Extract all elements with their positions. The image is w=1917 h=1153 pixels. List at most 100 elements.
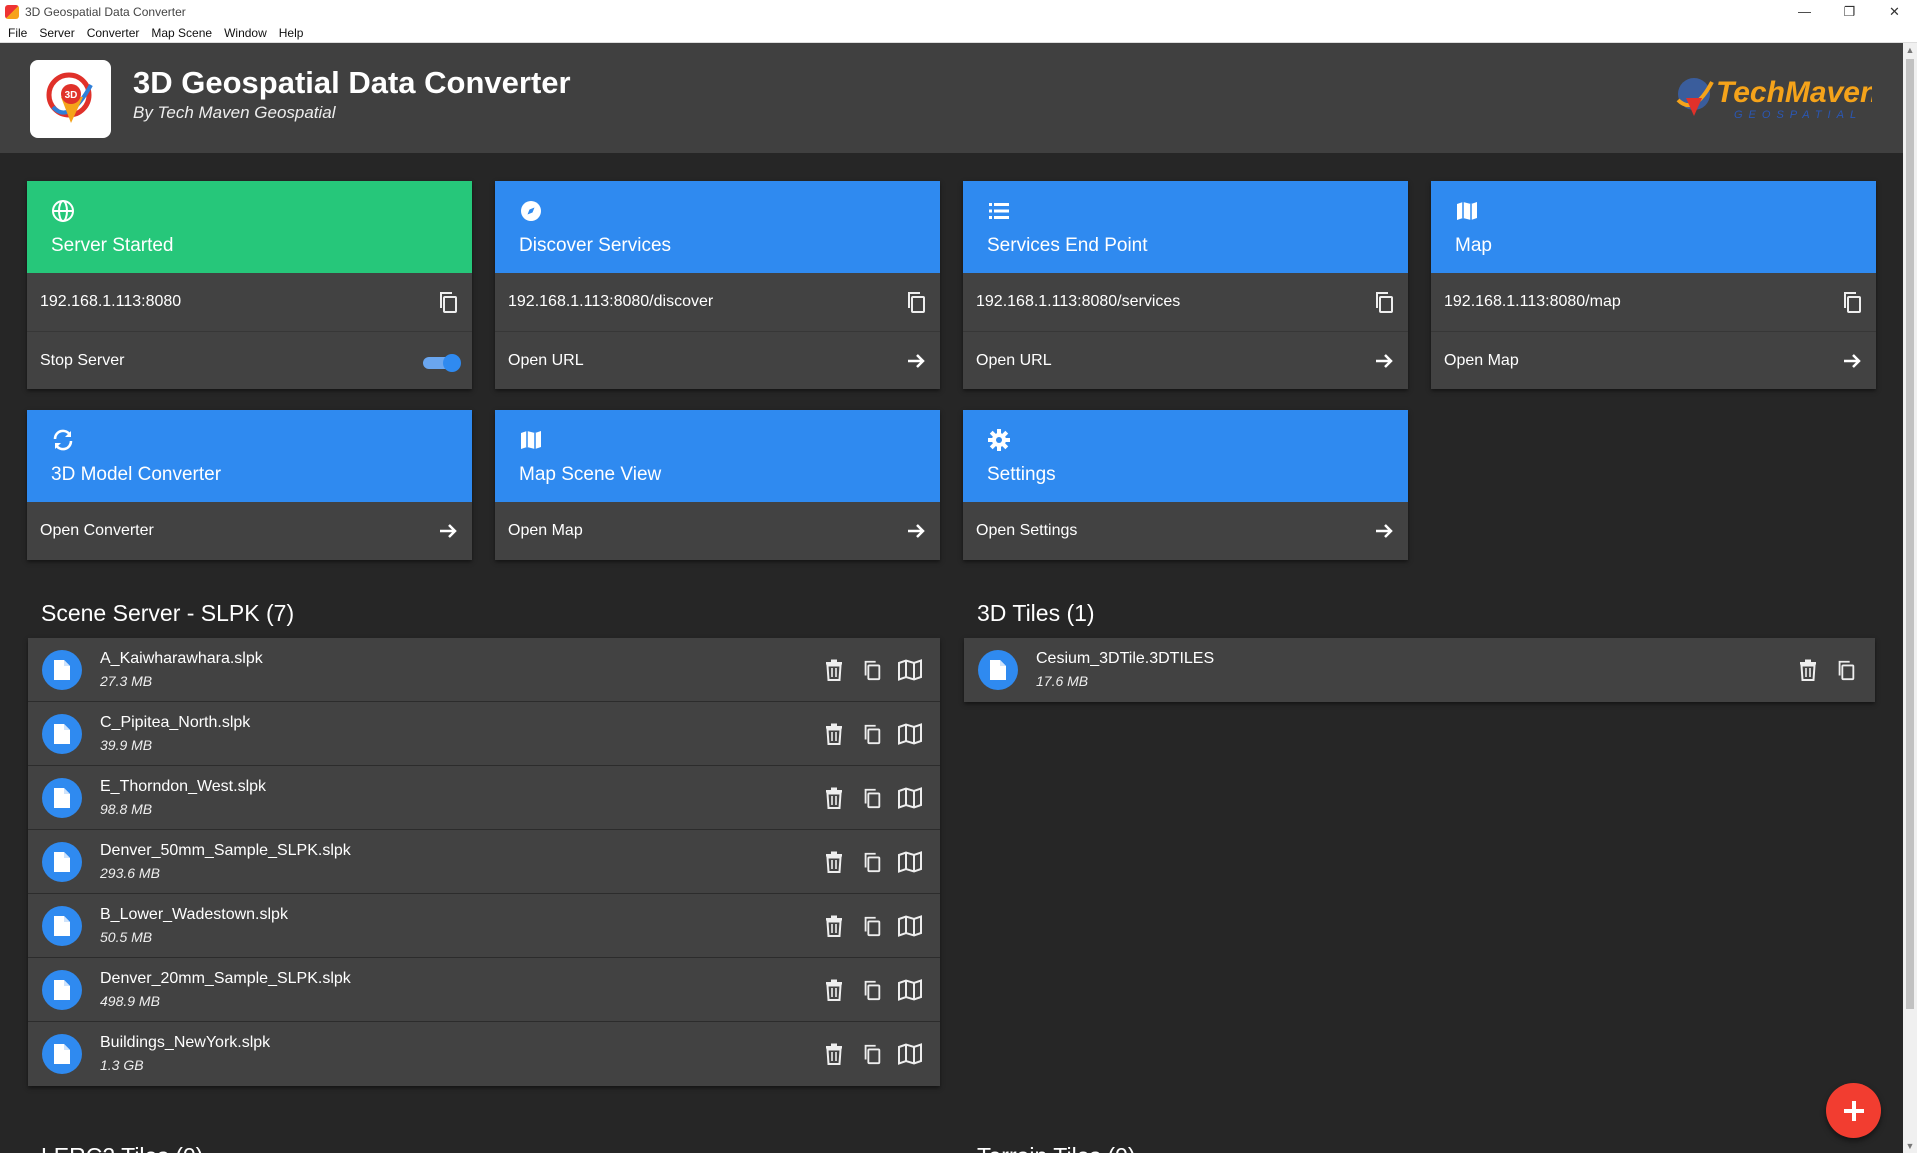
trash-icon[interactable] <box>822 914 846 938</box>
card-url-row: 192.168.1.113:8080/discover <box>495 273 940 331</box>
copy-icon[interactable] <box>860 914 884 938</box>
card-action-row: Stop Server <box>27 331 472 389</box>
map-icon[interactable] <box>898 1042 922 1066</box>
card-action-row[interactable]: Open Settings <box>963 502 1408 560</box>
file-icon <box>42 714 82 754</box>
card-header: Services End Point <box>963 181 1408 273</box>
card-title: Services End Point <box>987 235 1148 256</box>
card-header: Server Started <box>27 181 472 273</box>
arrow-right-icon[interactable] <box>1372 519 1396 543</box>
trash-icon[interactable] <box>822 786 846 810</box>
menu-help[interactable]: Help <box>273 26 310 40</box>
map-icon[interactable] <box>898 658 922 682</box>
trash-icon[interactable] <box>822 978 846 1002</box>
server-url: 192.168.1.113:8080 <box>40 293 182 310</box>
trash-icon[interactable] <box>822 1042 846 1066</box>
vertical-scrollbar[interactable]: ▲ ▼ <box>1903 43 1917 1153</box>
arrow-right-icon[interactable] <box>1840 349 1864 373</box>
copy-icon[interactable] <box>860 786 884 810</box>
list-item[interactable]: Denver_20mm_Sample_SLPK.slpk 498.9 MB <box>28 958 940 1022</box>
map-icon[interactable] <box>898 978 922 1002</box>
arrow-right-icon[interactable] <box>436 519 460 543</box>
file-size: 1.3 GB <box>100 1057 144 1073</box>
arrow-right-icon[interactable] <box>904 349 928 373</box>
copy-icon[interactable] <box>860 978 884 1002</box>
card-title: Server Started <box>51 235 174 256</box>
card-action-row[interactable]: Open Converter <box>27 502 472 560</box>
menu-window[interactable]: Window <box>218 26 273 40</box>
compass-icon <box>521 201 541 221</box>
trash-icon[interactable] <box>822 850 846 874</box>
app-icon <box>5 4 19 19</box>
scroll-down-icon[interactable]: ▼ <box>1903 1139 1917 1153</box>
arrow-right-icon[interactable] <box>1372 349 1396 373</box>
file-size: 98.8 MB <box>100 801 153 817</box>
app-header: 3D 3D Geospatial Data Converter By Tech … <box>0 43 1903 153</box>
file-icon <box>42 906 82 946</box>
card-title: Map <box>1455 235 1492 256</box>
copy-icon[interactable] <box>1834 658 1858 682</box>
card-action-row[interactable]: Open Map <box>1431 331 1876 389</box>
file-icon <box>42 1034 82 1074</box>
open-map-label: Open Map <box>1444 351 1519 369</box>
app-logo: 3D <box>30 60 111 138</box>
scrollbar-thumb[interactable] <box>1906 59 1914 1009</box>
list-item[interactable]: B_Lower_Wadestown.slpk 50.5 MB <box>28 894 940 958</box>
open-url-label: Open URL <box>976 351 1052 369</box>
lerc2-tiles-heading: LERC2 Tiles (0) <box>41 1143 203 1153</box>
file-name: E_Thorndon_West.slpk <box>100 778 267 795</box>
copy-icon[interactable] <box>436 290 460 314</box>
arrow-right-icon[interactable] <box>904 519 928 543</box>
card-url-row: 192.168.1.113:8080/map <box>1431 273 1876 331</box>
card-header: Map Scene View <box>495 410 940 502</box>
file-size: 498.9 MB <box>100 993 160 1009</box>
list-item[interactable]: A_Kaiwharawhara.slpk 27.3 MB <box>28 638 940 702</box>
map-icon[interactable] <box>898 914 922 938</box>
list-item[interactable]: Buildings_NewYork.slpk 1.3 GB <box>28 1022 940 1086</box>
copy-icon[interactable] <box>860 1042 884 1066</box>
menu-converter[interactable]: Converter <box>81 26 146 40</box>
minimize-button[interactable]: — <box>1782 0 1827 23</box>
card-header: Discover Services <box>495 181 940 273</box>
card-action-row[interactable]: Open Map <box>495 502 940 560</box>
map-icon[interactable] <box>898 786 922 810</box>
copy-icon[interactable] <box>860 658 884 682</box>
scroll-up-icon[interactable]: ▲ <box>1903 43 1917 57</box>
add-button[interactable] <box>1826 1083 1881 1138</box>
file-name: Buildings_NewYork.slpk <box>100 1034 271 1051</box>
card-server-started: Server Started 192.168.1.113:8080 Stop S… <box>27 181 472 389</box>
list-item[interactable]: Denver_50mm_Sample_SLPK.slpk 293.6 MB <box>28 830 940 894</box>
server-toggle[interactable] <box>423 354 461 372</box>
card-action-row[interactable]: Open URL <box>495 331 940 389</box>
map-icon[interactable] <box>898 850 922 874</box>
copy-icon[interactable] <box>860 850 884 874</box>
services-url: 192.168.1.113:8080/services <box>976 293 1181 310</box>
menu-server[interactable]: Server <box>33 26 80 40</box>
file-name: Denver_50mm_Sample_SLPK.slpk <box>100 842 351 859</box>
list-item[interactable]: E_Thorndon_West.slpk 98.8 MB <box>28 766 940 830</box>
3d-tiles-list: Cesium_3DTile.3DTILES 17.6 MB <box>964 638 1875 702</box>
close-button[interactable]: ✕ <box>1872 0 1917 23</box>
trash-icon[interactable] <box>1796 658 1820 682</box>
copy-icon[interactable] <box>1840 290 1864 314</box>
discover-url: 192.168.1.113:8080/discover <box>508 293 714 310</box>
list-item[interactable]: C_Pipitea_North.slpk 39.9 MB <box>28 702 940 766</box>
open-settings-label: Open Settings <box>976 522 1078 539</box>
card-3d-model-converter: 3D Model Converter Open Converter <box>27 410 472 560</box>
trash-icon[interactable] <box>822 722 846 746</box>
map-icon[interactable] <box>898 722 922 746</box>
copy-icon[interactable] <box>904 290 928 314</box>
map-url: 192.168.1.113:8080/map <box>1444 293 1621 310</box>
menu-file[interactable]: File <box>2 26 33 40</box>
card-header: Map <box>1431 181 1876 273</box>
restore-button[interactable]: ❐ <box>1827 0 1872 23</box>
file-size: 50.5 MB <box>100 929 153 945</box>
card-title: 3D Model Converter <box>51 464 222 485</box>
trash-icon[interactable] <box>822 658 846 682</box>
list-item[interactable]: Cesium_3DTile.3DTILES 17.6 MB <box>964 638 1875 702</box>
list-icon <box>989 203 1009 219</box>
copy-icon[interactable] <box>860 722 884 746</box>
copy-icon[interactable] <box>1372 290 1396 314</box>
menu-map-scene[interactable]: Map Scene <box>145 26 218 40</box>
card-action-row[interactable]: Open URL <box>963 331 1408 389</box>
